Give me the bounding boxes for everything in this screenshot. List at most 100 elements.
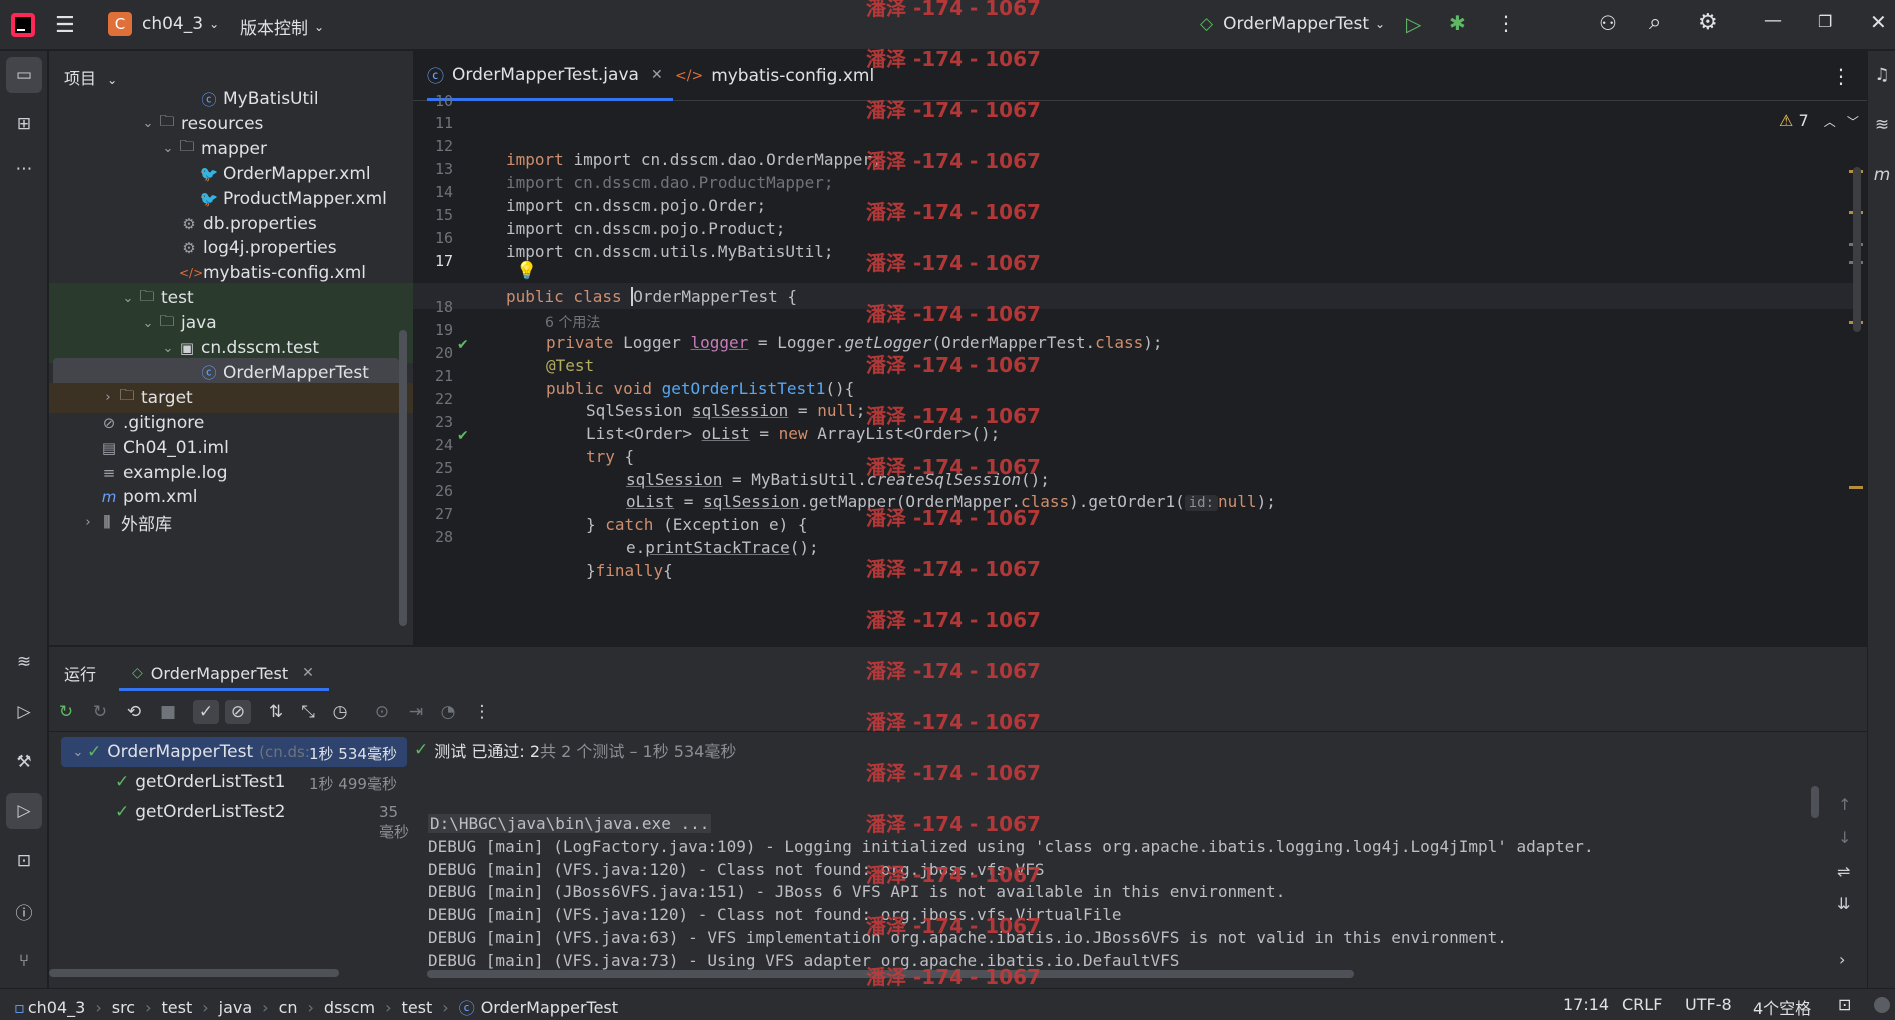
chevron-down-icon[interactable]: ⌄ xyxy=(119,291,137,306)
close-icon[interactable]: ✕ xyxy=(1870,10,1887,34)
toggle-auto-test-icon[interactable]: ⟲ xyxy=(121,700,147,724)
warning-marker[interactable] xyxy=(1849,486,1863,489)
history-icon[interactable]: ◔ xyxy=(435,700,461,724)
scroll-up-icon[interactable]: ↑ xyxy=(1838,795,1851,814)
breadcrumb-item[interactable]: cn xyxy=(279,998,298,1017)
tab-options-icon[interactable]: ⋮ xyxy=(1831,51,1851,101)
breadcrumb-item[interactable]: src xyxy=(112,998,135,1017)
tree-item-[interactable]: › ⫼ 外部库 xyxy=(49,507,413,537)
properties-icon: ⚙ xyxy=(182,239,196,258)
run-icon[interactable]: ▷ xyxy=(1406,12,1421,36)
services-tool-icon[interactable]: ▷ xyxy=(6,694,42,730)
inspection-widget[interactable]: ⚠ 7 ︿ ﹀ xyxy=(1779,111,1859,130)
chevron-down-icon[interactable]: ⌄ xyxy=(139,116,157,131)
minimize-icon[interactable]: — xyxy=(1764,10,1782,31)
test-name: getOrderListTest1 xyxy=(135,772,286,792)
project-tool-icon[interactable]: ▭ xyxy=(6,57,42,93)
avatar[interactable] xyxy=(1874,997,1890,1013)
editor-area: ⓒ OrderMapperTest.java ✕ </> mybatis-con… xyxy=(413,51,1867,645)
collapse-icon[interactable]: ⤡ xyxy=(295,700,321,724)
add-user-icon[interactable]: ⚇ xyxy=(1599,11,1617,35)
restore-icon[interactable]: ❐ xyxy=(1818,12,1832,31)
build-tool-icon[interactable]: ⚒ xyxy=(6,744,42,780)
rerun-failed-icon[interactable]: ↻ xyxy=(87,700,113,724)
lock-icon[interactable]: ⊡ xyxy=(1838,995,1851,1014)
lightbulb-icon[interactable]: 💡 xyxy=(516,261,537,281)
indent-setting[interactable]: 4个空格 xyxy=(1753,995,1811,1019)
test-row[interactable]: ✓ getOrderListTest1 xyxy=(115,767,286,797)
breadcrumb-item[interactable]: ch04_3 xyxy=(28,998,85,1017)
maven-icon[interactable]: m xyxy=(1864,157,1895,193)
show-ignored-icon[interactable]: ⊘ xyxy=(225,700,251,724)
project-scrollbar[interactable] xyxy=(399,330,407,626)
close-tab-icon[interactable]: ✕ xyxy=(302,665,314,681)
problems-tool-icon[interactable]: ⓘ xyxy=(6,893,42,929)
ide-logo-icon[interactable] xyxy=(10,12,36,38)
database-icon[interactable]: ≋ xyxy=(1864,107,1895,143)
breadcrumb-item[interactable]: java xyxy=(219,998,253,1017)
watermark-text: 潘泽 -174 - 1067 xyxy=(866,149,1041,173)
more-options-icon[interactable]: ⋮ xyxy=(469,700,495,724)
notifications-icon[interactable]: ♫ xyxy=(1864,57,1895,93)
chevron-down-icon[interactable]: ﹀ xyxy=(1847,115,1859,129)
breadcrumb-item[interactable]: test xyxy=(402,998,433,1017)
test-suite-row[interactable]: ⌄ ✓ OrderMapperTest (cn.ds: xyxy=(69,737,310,767)
test-tree-scrollbar[interactable] xyxy=(49,969,339,977)
chevron-down-icon[interactable]: ⌄ xyxy=(159,341,177,356)
code-line: import cn.dsscm.pojo.Product; xyxy=(506,219,786,238)
editor-scrollbar[interactable] xyxy=(1853,167,1861,332)
terminal-tool-icon[interactable]: ⊡ xyxy=(6,843,42,879)
chevron-down-icon[interactable]: ⌄ xyxy=(159,141,177,156)
show-passed-icon[interactable]: ✓ xyxy=(193,700,219,724)
tab-ordermappertest[interactable]: ⓒ OrderMapperTest.java ✕ xyxy=(427,51,673,101)
sort-duration-icon[interactable]: ◷ xyxy=(327,700,353,724)
watermark-text: 潘泽 -174 - 1067 xyxy=(866,863,1041,887)
soft-wrap-icon[interactable]: ⇌ xyxy=(1837,862,1850,881)
tree-item-label: ProductMapper.xml xyxy=(223,188,387,209)
breadcrumb-item[interactable]: test xyxy=(162,998,193,1017)
search-icon[interactable]: ⌕ xyxy=(1649,10,1661,35)
run-tab-label[interactable]: OrderMapperTest xyxy=(151,664,288,683)
class-icon: ⓒ xyxy=(201,364,217,383)
usages-hint[interactable]: 6 个用法 xyxy=(545,312,600,332)
expand-icon[interactable]: › xyxy=(1839,950,1845,969)
file-encoding[interactable]: UTF-8 xyxy=(1685,995,1732,1014)
caret-position[interactable]: 17:14 xyxy=(1563,995,1609,1014)
run-config-selector[interactable]: ◇ OrderMapperTest ⌄ xyxy=(1200,14,1385,34)
close-tab-icon[interactable]: ✕ xyxy=(651,67,663,83)
sort-alpha-icon[interactable]: ⇅ xyxy=(263,700,289,724)
test-name: getOrderListTest2 xyxy=(135,802,286,822)
watermark-text: 潘泽 -174 - 1067 xyxy=(866,455,1041,479)
module-icon: ▫ xyxy=(14,997,25,1017)
scroll-down-icon[interactable]: ↓ xyxy=(1838,828,1851,847)
gitignore-icon: ⊘ xyxy=(102,413,116,432)
status-bar: ▫ ch04_3 › src › test › java › cn › dsscm › test › ⓒ Ord… xyxy=(0,988,1895,1020)
console-scrollbar[interactable] xyxy=(1811,786,1819,818)
code-view[interactable]: import import cn.dsscm.dao.OrderMapper; … xyxy=(413,101,1867,645)
run-tool-icon[interactable]: ▷ xyxy=(6,793,42,829)
debug-icon[interactable]: ✱ xyxy=(1449,11,1466,35)
rerun-icon[interactable]: ↻ xyxy=(53,700,79,724)
line-separator[interactable]: CRLF xyxy=(1622,995,1662,1014)
more-actions-icon[interactable]: ⋮ xyxy=(1496,11,1516,35)
properties-icon: ⚙ xyxy=(182,214,196,233)
chevron-right-icon[interactable]: › xyxy=(99,390,117,405)
structure-tool-icon[interactable]: ⊞ xyxy=(6,106,42,142)
chevron-up-icon[interactable]: ︿ xyxy=(1824,115,1836,129)
breadcrumb-item[interactable]: dsscm xyxy=(324,998,375,1017)
chevron-down-icon[interactable]: ⌄ xyxy=(139,316,157,331)
stop-icon[interactable]: ■ xyxy=(155,700,181,724)
database-tool-icon[interactable]: ≋ xyxy=(6,644,42,680)
more-tools-icon[interactable]: ⋯ xyxy=(6,151,42,187)
test-row[interactable]: ✓ getOrderListTest2 xyxy=(115,797,286,827)
export-icon[interactable]: ⊙ xyxy=(369,700,395,724)
settings-gear-icon[interactable]: ⚙ xyxy=(1698,10,1718,35)
watermark-text: 潘泽 -174 - 1067 xyxy=(866,353,1041,377)
tree-item-label: MyBatisUtil xyxy=(223,89,319,109)
chevron-right-icon[interactable]: › xyxy=(79,515,97,530)
tab-mybatis-config[interactable]: </> mybatis-config.xml xyxy=(675,51,874,101)
scroll-to-end-icon[interactable]: ⇊ xyxy=(1837,894,1850,913)
import-icon[interactable]: ⇥ xyxy=(403,700,429,724)
breadcrumb-item[interactable]: OrderMapperTest xyxy=(481,998,618,1017)
git-tool-icon[interactable]: ⑂ xyxy=(6,943,42,979)
